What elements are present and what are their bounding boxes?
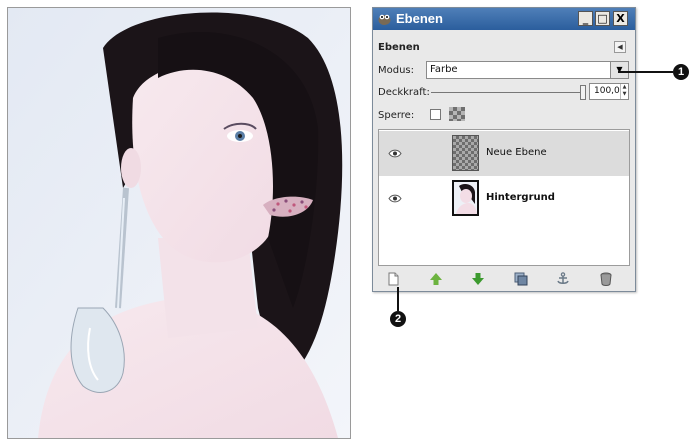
lock-alpha-checker-icon[interactable] — [449, 107, 465, 121]
arrow-down-icon[interactable] — [471, 272, 485, 286]
anchor-icon[interactable] — [556, 272, 570, 286]
title-bar[interactable]: Ebenen _ □ X — [373, 8, 635, 30]
trash-icon[interactable] — [599, 272, 613, 286]
layer-thumbnail — [452, 135, 479, 171]
dock-menu-arrow-icon[interactable]: ◀ — [614, 41, 626, 53]
layer-button-bar — [378, 270, 630, 290]
arrow-up-icon[interactable] — [429, 272, 443, 286]
eye-icon[interactable] — [388, 194, 402, 203]
opacity-value: 100,0 — [594, 86, 620, 96]
dock-tab-label: Ebenen — [378, 42, 420, 53]
layer-list: Neue Ebene Hintergrund — [378, 129, 630, 266]
opacity-slider-handle[interactable] — [580, 85, 586, 100]
callout-1-line — [618, 71, 673, 73]
new-layer-icon[interactable] — [386, 272, 400, 286]
window-title: Ebenen — [396, 11, 443, 26]
eye-icon[interactable] — [388, 149, 402, 158]
callout-badge-1: 1 — [673, 64, 689, 80]
layer-thumbnail — [452, 180, 479, 216]
callout-badge-2: 2 — [390, 311, 406, 327]
minimize-button[interactable]: _ — [578, 11, 593, 26]
mode-label: Modus: — [378, 65, 415, 76]
layer-name: Hintergrund — [486, 192, 555, 203]
opacity-slider[interactable] — [431, 92, 586, 93]
layer-name: Neue Ebene — [486, 147, 547, 158]
opacity-spinbox[interactable]: 100,0 ▲ ▼ — [589, 83, 629, 100]
opacity-label: Deckkraft: — [378, 87, 430, 98]
gimp-wilber-icon — [378, 14, 391, 25]
maximize-button[interactable]: □ — [595, 11, 610, 26]
layer-row-hintergrund[interactable]: Hintergrund — [379, 176, 629, 221]
lock-label: Sperre: — [378, 110, 415, 121]
layers-dialog-window: Ebenen _ □ X Ebenen ◀ Modus: Farbe ▼ Dec… — [372, 7, 636, 292]
close-button[interactable]: X — [613, 11, 628, 26]
chevron-down-icon[interactable]: ▼ — [610, 62, 628, 78]
spin-arrows-icon[interactable]: ▲ ▼ — [620, 84, 628, 99]
mode-value: Farbe — [430, 64, 458, 75]
callout-2-line — [397, 287, 399, 311]
layer-row-neue-ebene[interactable]: Neue Ebene — [379, 131, 629, 176]
mode-dropdown[interactable]: Farbe ▼ — [426, 61, 629, 79]
duplicate-icon[interactable] — [514, 272, 528, 286]
lock-checkbox[interactable] — [430, 109, 441, 120]
portrait-photo — [7, 7, 351, 439]
